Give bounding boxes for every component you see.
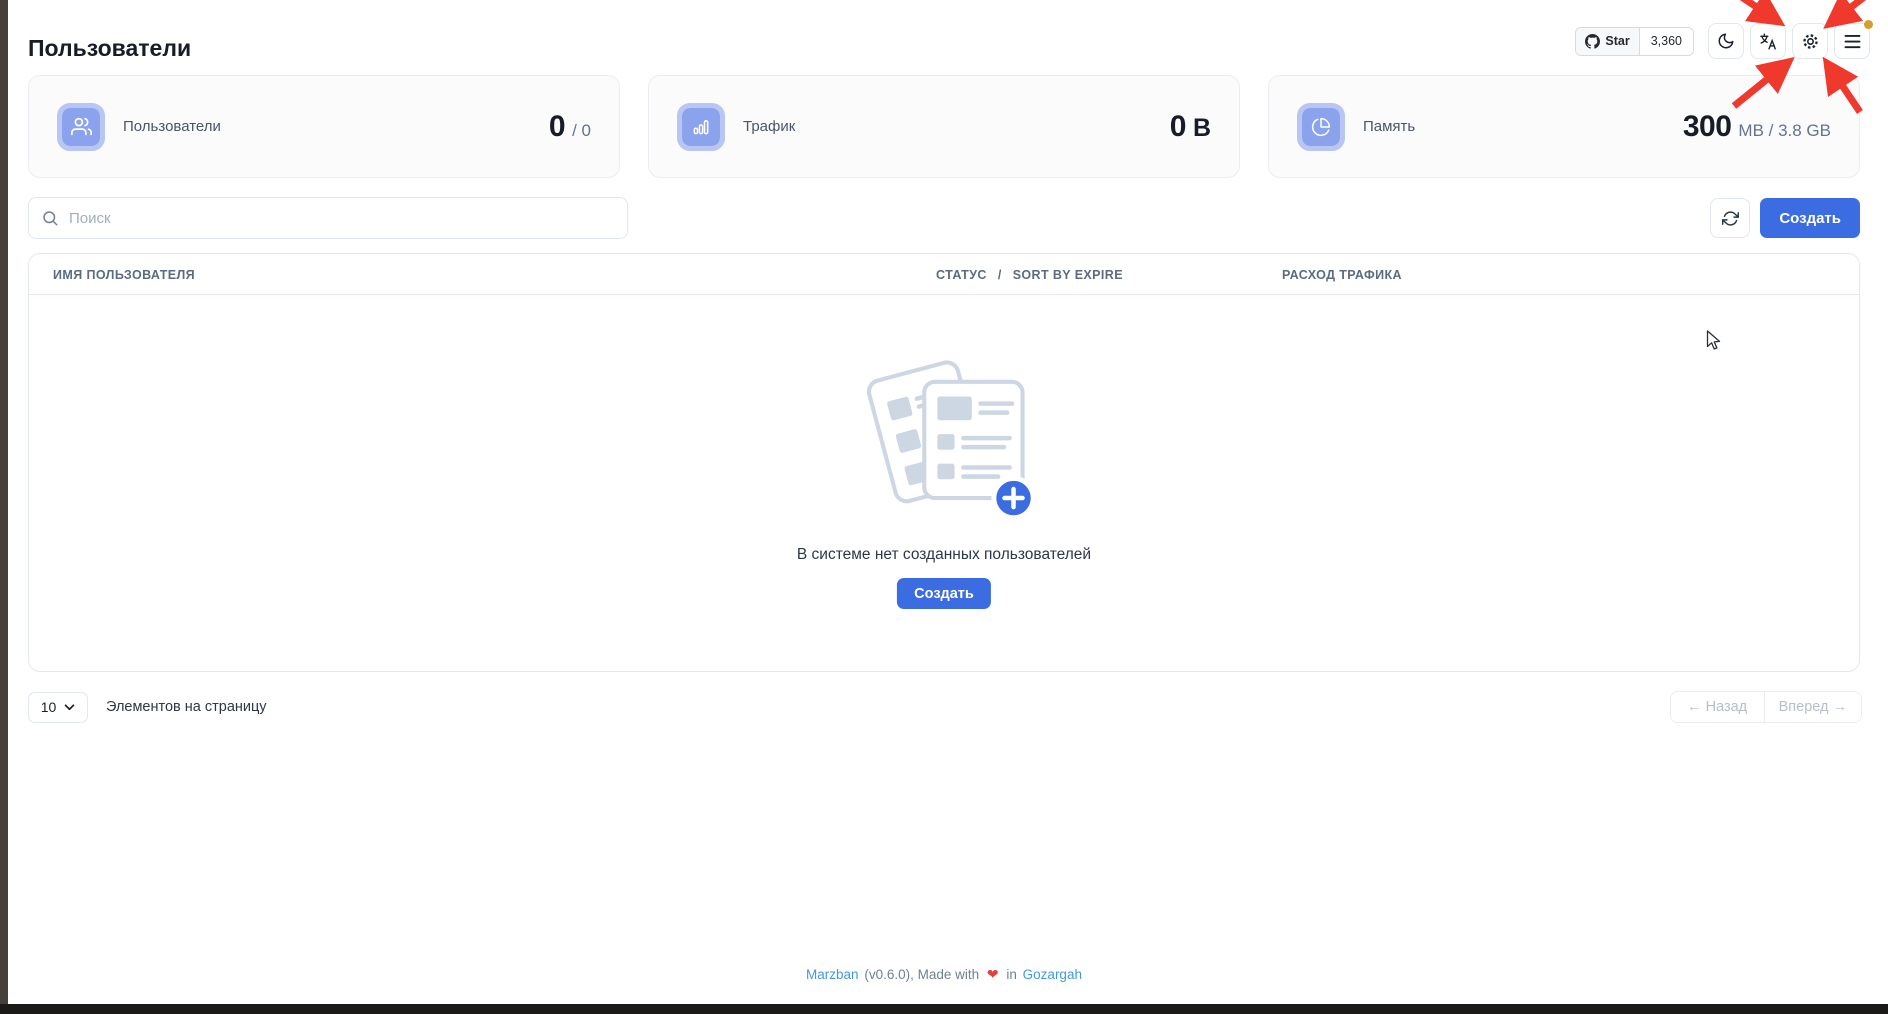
search-box — [28, 197, 628, 239]
gear-icon — [1801, 32, 1820, 51]
column-header-sort-by-expire[interactable]: SORT BY EXPIRE — [1013, 268, 1123, 282]
users-table: ИМЯ ПОЛЬЗОВАТЕЛЯ СТАТУС / SORT BY EXPIRE… — [28, 253, 1860, 672]
stat-value: 0 — [1170, 110, 1186, 144]
stat-label: Трафик — [743, 118, 795, 135]
footer-in-text: in — [1006, 967, 1017, 982]
footer-version-text: (v0.6.0), Made with — [864, 967, 979, 982]
arrow-top-left — [1734, 0, 1776, 20]
footer-brand-link[interactable]: Marzban — [806, 967, 859, 982]
dark-mode-button[interactable] — [1708, 23, 1744, 59]
pager-group: ← Назад Вперед → — [1670, 691, 1862, 723]
create-user-button[interactable]: Создать — [1760, 198, 1860, 238]
stat-card-traffic: Трафик 0 B — [648, 75, 1240, 178]
search-input[interactable] — [28, 197, 628, 239]
stat-suffix: MB / 3.8 GB — [1738, 121, 1831, 141]
refresh-icon — [1722, 210, 1739, 227]
column-header-traffic[interactable]: РАСХОД ТРАФИКА — [1282, 254, 1402, 295]
github-star-segment[interactable]: Star — [1576, 28, 1639, 55]
chevron-down-icon — [64, 704, 75, 711]
prev-page-button[interactable]: ← Назад — [1671, 692, 1765, 722]
plus-circle-icon — [994, 478, 1033, 517]
empty-state-message: В системе нет созданных пользователей — [797, 546, 1091, 564]
column-header-status[interactable]: СТАТУС — [936, 268, 987, 282]
header-actions: Star 3,360 — [1575, 23, 1870, 59]
empty-state-create-button[interactable]: Создать — [897, 578, 991, 609]
per-page-label: Элементов на страницу — [106, 699, 267, 715]
hamburger-icon — [1844, 34, 1861, 49]
stat-value: 0 — [549, 110, 565, 144]
next-page-button[interactable]: Вперед → — [1765, 692, 1861, 722]
header-icon-buttons — [1708, 23, 1870, 59]
stat-suffix: B — [1193, 114, 1211, 143]
translate-icon — [1759, 32, 1778, 51]
table-header-row: ИМЯ ПОЛЬЗОВАТЕЛЯ СТАТУС / SORT BY EXPIRE… — [29, 254, 1859, 295]
stat-card-users: Пользователи 0 / 0 — [28, 75, 620, 178]
heart-icon: ❤ — [987, 966, 999, 982]
empty-state: В системе нет созданных пользователей Со… — [797, 337, 1091, 609]
table-body: В системе нет созданных пользователей Со… — [29, 295, 1859, 672]
language-button[interactable] — [1750, 23, 1786, 59]
stat-label: Память — [1363, 118, 1415, 135]
stat-card-memory: Память 300 MB / 3.8 GB — [1268, 75, 1860, 178]
page-size-select[interactable]: 10 — [28, 692, 88, 723]
page-size-value: 10 — [41, 699, 57, 715]
github-star-badge[interactable]: Star 3,360 — [1575, 27, 1694, 56]
footer: Marzban (v0.6.0), Made with ❤ in Gozarga… — [0, 966, 1888, 983]
pie-chart-icon — [1297, 103, 1345, 151]
refresh-button[interactable] — [1710, 198, 1750, 238]
github-icon — [1585, 34, 1600, 49]
github-star-label: Star — [1605, 34, 1629, 48]
settings-button[interactable] — [1792, 23, 1828, 59]
stat-value: 300 — [1683, 110, 1732, 144]
users-icon — [57, 103, 105, 151]
arrow-top-right — [1832, 0, 1868, 22]
github-star-count[interactable]: 3,360 — [1640, 28, 1693, 55]
empty-users-illustration — [849, 337, 1039, 533]
column-header-status-sort[interactable]: СТАТУС / SORT BY EXPIRE — [936, 254, 1123, 295]
column-header-username[interactable]: ИМЯ ПОЛЬЗОВАТЕЛЯ — [53, 254, 195, 295]
stat-label: Пользователи — [123, 118, 221, 135]
window-left-edge — [0, 0, 8, 1004]
page-title: Пользователи — [28, 35, 191, 62]
stat-suffix: / 0 — [572, 121, 591, 141]
menu-button[interactable] — [1834, 23, 1870, 59]
moon-icon — [1717, 32, 1735, 50]
pagination-bar: 10 Элементов на страницу ← Назад Вперед … — [28, 691, 1862, 723]
notification-dot — [1864, 20, 1873, 29]
toolbar: Создать — [28, 197, 1860, 239]
bar-chart-icon — [677, 103, 725, 151]
window-bottom-bar — [0, 1004, 1888, 1014]
footer-location-link[interactable]: Gozargah — [1023, 967, 1082, 982]
column-header-separator: / — [998, 268, 1002, 282]
stat-cards-row: Пользователи 0 / 0 Трафик 0 B Память 300… — [28, 75, 1860, 178]
